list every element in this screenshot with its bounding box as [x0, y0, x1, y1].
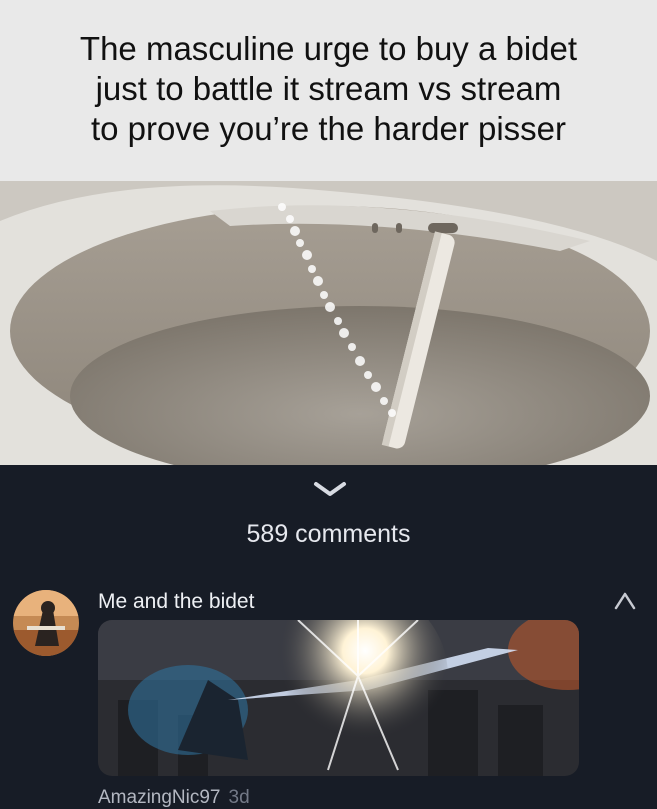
meme-caption-area: The masculine urge to buy a bidet just t…	[0, 0, 657, 181]
comment-username[interactable]: AmazingNic97	[98, 787, 221, 808]
comments-count[interactable]: 589 comments	[0, 520, 657, 549]
comment-meta: AmazingNic97 3d	[98, 787, 250, 809]
bidet-photo	[0, 181, 657, 465]
chevron-down-icon[interactable]	[310, 478, 350, 502]
comment-age: 3d	[228, 787, 250, 808]
comment-text: Me and the bidet	[98, 590, 255, 613]
avatar[interactable]	[13, 590, 79, 656]
collapse-icon[interactable]	[612, 590, 638, 612]
comment-gif[interactable]	[98, 620, 579, 776]
meme-caption: The masculine urge to buy a bidet just t…	[79, 29, 578, 147]
